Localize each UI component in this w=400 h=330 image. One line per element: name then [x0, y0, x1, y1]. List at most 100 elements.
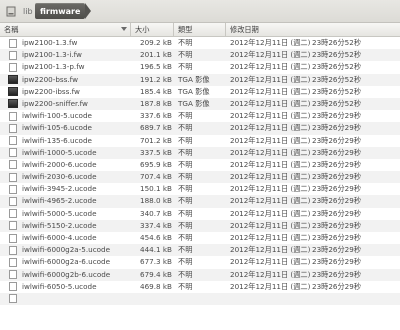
- file-modified-date: 2012年12月11日 (週二): [230, 62, 311, 72]
- file-modified-date: 2012年12月11日 (週二): [230, 281, 311, 291]
- document-icon: [9, 172, 17, 182]
- column-name[interactable]: 名稱: [0, 23, 131, 36]
- file-size: 201.1 kB: [140, 50, 172, 60]
- file-row[interactable]: iwlwifi-6000g2a-5.ucode 444.1 kB 不明 2012年12…: [0, 244, 400, 257]
- file-modified-time: 23時26分29秒: [312, 196, 362, 206]
- file-row[interactable]: iwlwifi-3945-2.ucode 150.1 kB 不明 2012年12月11…: [0, 183, 400, 195]
- file-modified-time: 23時26分29秒: [312, 184, 362, 194]
- file-row[interactable]: ipw2100-1.3-p.fw 196.5 kB 不明 2012年12月11日 (週…: [0, 61, 400, 73]
- file-type: 不明: [178, 184, 193, 194]
- file-size: 209.2 kB: [140, 38, 172, 47]
- file-size: 337.6 kB: [140, 111, 172, 121]
- file-list: ipw2100-1.3.fw 209.2 kB 不明 2012年12月11日 (週二)…: [0, 37, 400, 306]
- file-modified-time: 23時26分29秒: [312, 269, 362, 279]
- document-icon: [9, 123, 17, 133]
- file-name: iwlwifi-6000g2a-5.ucode: [22, 245, 111, 255]
- file-row[interactable]: iwlwifi-2000-6.ucode 695.9 kB 不明 2012年12月11…: [0, 159, 400, 171]
- file-row[interactable]: iwlwifi-105-6.ucode 689.7 kB 不明 2012年12月11日…: [0, 122, 400, 135]
- file-name: iwlwifi-2000-6.ucode: [22, 159, 97, 169]
- file-row[interactable]: iwlwifi-6000-4.ucode 454.6 kB 不明 2012年12月11…: [0, 232, 400, 244]
- document-icon: [9, 160, 17, 170]
- document-icon: [9, 245, 17, 255]
- file-size: 677.3 kB: [140, 257, 172, 267]
- document-icon: [9, 50, 17, 60]
- document-icon: [9, 38, 17, 48]
- file-size: 444.1 kB: [140, 245, 172, 255]
- file-modified-date: 2012年12月11日 (週二): [230, 111, 311, 121]
- document-icon: [9, 111, 17, 121]
- file-row[interactable]: iwlwifi-4965-2.ucode 188.0 kB 不明 2012年12月11…: [0, 195, 400, 208]
- document-icon: [9, 184, 17, 194]
- path-bar: lib firmware: [0, 0, 400, 23]
- file-modified-time: 23時26分29秒: [312, 123, 362, 133]
- file-size: 196.5 kB: [140, 62, 172, 72]
- file-size: 191.2 kB: [140, 74, 172, 84]
- document-icon: [9, 257, 17, 267]
- image-icon: [8, 87, 18, 97]
- file-row[interactable]: iwlwifi-6000g2a-6.ucode 677.3 kB 不明 2012年12…: [0, 256, 400, 268]
- file-name: iwlwifi-6000g2a-6.ucode: [22, 257, 111, 267]
- file-row[interactable]: iwlwifi-2030-6.ucode 707.4 kB 不明 2012年12月11…: [0, 171, 400, 184]
- file-name: iwlwifi-135-6.ucode: [22, 135, 92, 145]
- column-modified[interactable]: 修改日期: [226, 23, 400, 36]
- file-modified-date: 2012年12月11日 (週二): [230, 147, 311, 157]
- file-modified-date: 2012年12月11日 (週二): [230, 159, 311, 169]
- file-name: iwlwifi-2030-6.ucode: [22, 172, 97, 182]
- file-modified-date: 2012年12月11日 (週二): [230, 74, 311, 84]
- file-row[interactable]: ipw2200-ibss.fw 185.4 kB TGA 影像 2012年12月11日…: [0, 86, 400, 98]
- drive-icon[interactable]: [5, 4, 16, 18]
- document-icon: [9, 270, 17, 280]
- document-icon: [9, 196, 17, 206]
- document-icon: [9, 221, 17, 231]
- file-row[interactable]: [0, 292, 400, 306]
- file-row[interactable]: ipw2200-bss.fw 191.2 kB TGA 影像 2012年12月11日 …: [0, 73, 400, 86]
- file-name: iwlwifi-4965-2.ucode: [22, 196, 97, 206]
- file-name: iwlwifi-1000-5.ucode: [22, 147, 97, 157]
- file-modified-time: 23時26分29秒: [312, 111, 362, 121]
- file-modified-time: 23時26分29秒: [312, 135, 362, 145]
- file-row[interactable]: iwlwifi-100-5.ucode 337.6 kB 不明 2012年12月11日…: [0, 110, 400, 122]
- file-modified-time: 23時26分29秒: [312, 220, 362, 230]
- column-header: 名稱 大小 類型 修改日期: [0, 23, 400, 37]
- file-type: 不明: [178, 233, 193, 242]
- file-row[interactable]: iwlwifi-135-6.ucode 701.2 kB 不明 2012年12月11日…: [0, 135, 400, 147]
- file-type: 不明: [178, 135, 193, 145]
- file-name: iwlwifi-6000g2b-6.ucode: [22, 269, 111, 279]
- column-type[interactable]: 類型: [174, 23, 226, 36]
- file-modified-date: 2012年12月11日 (週二): [230, 184, 311, 194]
- file-type: 不明: [178, 208, 193, 218]
- file-type: 不明: [178, 196, 193, 206]
- file-row[interactable]: iwlwifi-6000g2b-6.ucode 679.4 kB 不明 2012年12…: [0, 268, 400, 281]
- file-modified-time: 23時26分29秒: [312, 172, 362, 182]
- file-type: 不明: [178, 147, 193, 157]
- file-modified-date: 2012年12月11日 (週二): [230, 220, 311, 230]
- file-modified-date: 2012年12月11日 (週二): [230, 269, 311, 279]
- breadcrumb-firmware[interactable]: firmware: [35, 3, 92, 19]
- sort-descending-icon: [121, 27, 127, 31]
- file-row[interactable]: iwlwifi-5000-5.ucode 340.7 kB 不明 2012年12月11…: [0, 208, 400, 220]
- file-modified-time: 23時26分29秒: [312, 245, 362, 255]
- file-row[interactable]: iwlwifi-1000-5.ucode 337.5 kB 不明 2012年12月11…: [0, 146, 400, 159]
- file-modified-time: 23時26分52秒: [312, 62, 362, 72]
- file-row[interactable]: iwlwifi-6050-5.ucode 469.8 kB 不明 2012年12月11…: [0, 281, 400, 293]
- file-modified-date: 2012年12月11日 (週二): [230, 233, 311, 242]
- file-size: 701.2 kB: [140, 135, 172, 145]
- file-type: 不明: [178, 245, 193, 255]
- file-row[interactable]: ipw2100-1.3.fw 209.2 kB 不明 2012年12月11日 (週二)…: [0, 37, 400, 49]
- file-row[interactable]: ipw2100-1.3-i.fw 201.1 kB 不明 2012年12月11日 (週…: [0, 49, 400, 62]
- file-modified-time: 23時26分52秒: [312, 74, 362, 84]
- file-type: 不明: [178, 257, 193, 267]
- file-modified-date: 2012年12月11日 (週二): [230, 135, 311, 145]
- column-size[interactable]: 大小: [131, 23, 174, 36]
- file-row[interactable]: iwlwifi-5150-2.ucode 337.4 kB 不明 2012年12月11…: [0, 219, 400, 232]
- file-size: 695.9 kB: [140, 159, 172, 169]
- file-modified-time: 23時26分52秒: [312, 50, 362, 60]
- file-modified-time: 23時26分52秒: [312, 38, 362, 47]
- file-modified-date: 2012年12月11日 (週二): [230, 208, 311, 218]
- file-size: 187.8 kB: [140, 98, 172, 108]
- file-name: ipw2200-ibss.fw: [22, 86, 80, 96]
- file-modified-date: 2012年12月11日 (週二): [230, 245, 311, 255]
- document-icon: [9, 148, 17, 158]
- file-row[interactable]: ipw2200-sniffer.fw 187.8 kB TGA 影像 2012年12月…: [0, 97, 400, 111]
- file-type: 不明: [178, 38, 193, 47]
